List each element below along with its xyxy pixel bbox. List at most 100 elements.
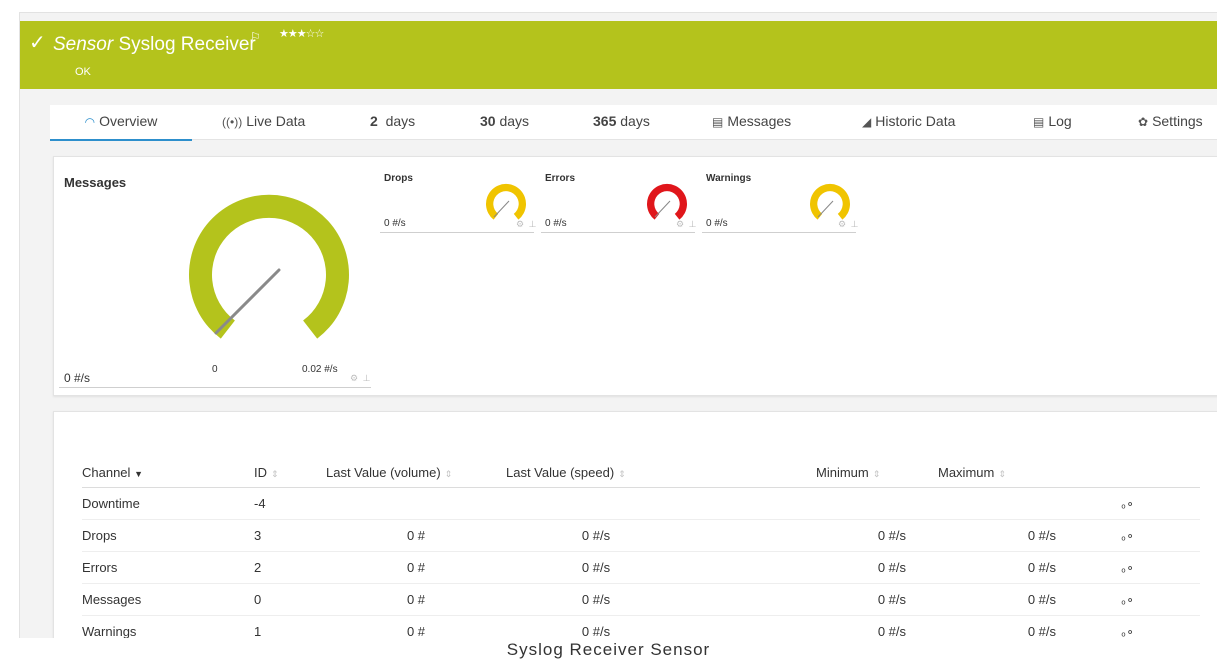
column-header-minimum[interactable]: Minimum ⇕ xyxy=(686,457,906,488)
column-header-speed-label: Last Value (speed) xyxy=(506,464,615,480)
column-header-volume[interactable]: Last Value (volume) ⇕ xyxy=(326,457,506,488)
errors-gauge-tools[interactable]: ⚙ ⊥ xyxy=(676,219,697,230)
column-header-maximum-label: Maximum xyxy=(938,464,995,480)
tab-2-days-number: 2 xyxy=(370,113,378,129)
tab-2-days[interactable]: 2 days xyxy=(370,105,415,139)
cell-speed: 0 #/s xyxy=(506,583,686,616)
cell-maximum: 0 #/s xyxy=(906,583,1056,616)
cell-volume: 0 # xyxy=(326,615,506,638)
messages-gauge-min: 0 xyxy=(212,364,218,375)
cell-id: -4 xyxy=(254,487,326,520)
tab-overview[interactable]: ◠ Overview xyxy=(50,105,192,141)
sensor-title: Sensor Syslog Receiver xyxy=(53,33,256,57)
cell-id: 2 xyxy=(254,551,326,584)
table-row: Drops 3 0 # 0 #/s 0 #/s 0 #/s ₒ⚬ xyxy=(82,519,1200,552)
table-row: Warnings 1 0 # 0 #/s 0 #/s 0 #/s ₒ⚬ xyxy=(82,615,1200,638)
cell-minimum xyxy=(686,487,906,520)
drops-gauge-value: 0 #/s xyxy=(384,218,406,229)
sensor-name: Syslog Receiver xyxy=(118,34,256,55)
sort-desc-icon: ▼ xyxy=(134,468,143,479)
table-row: Downtime -4 ₒ⚬ xyxy=(82,487,1200,520)
errors-gauge-underline xyxy=(541,232,695,233)
tab-365-days-label: days xyxy=(620,113,650,129)
messages-gauge-underline xyxy=(59,387,371,388)
sort-icon: ⇕ xyxy=(618,468,626,479)
column-header-id[interactable]: ID ⇕ xyxy=(254,457,326,488)
column-header-channel[interactable]: Channel ▼ xyxy=(82,457,254,488)
tab-30-days[interactable]: 30 days xyxy=(480,105,529,139)
priority-stars[interactable]: ★★★☆☆ xyxy=(279,27,324,41)
historic-data-icon: ◢ xyxy=(862,115,872,129)
cell-channel[interactable]: Warnings xyxy=(82,615,254,638)
column-header-minimum-label: Minimum xyxy=(816,464,869,480)
messages-gauge-max: 0.02 #/s xyxy=(302,364,338,375)
tab-log[interactable]: ▤ Log xyxy=(1033,105,1072,139)
tab-historic-data[interactable]: ◢ Historic Data xyxy=(862,105,955,139)
channel-settings-icon[interactable]: ₒ⚬ xyxy=(1056,519,1200,552)
cell-channel[interactable]: Drops xyxy=(82,519,254,552)
errors-gauge-title: Errors xyxy=(545,173,576,184)
messages-gauge-arc xyxy=(189,194,349,339)
status-text: OK xyxy=(75,66,91,78)
table-row: Errors 2 0 # 0 #/s 0 #/s 0 #/s ₒ⚬ xyxy=(82,551,1200,584)
errors-gauge-value: 0 #/s xyxy=(545,218,567,229)
messages-gauge-needle xyxy=(214,268,281,335)
cell-speed: 0 #/s xyxy=(506,615,686,638)
drops-gauge-tools[interactable]: ⚙ ⊥ xyxy=(516,219,537,230)
channel-settings-icon[interactable]: ₒ⚬ xyxy=(1056,487,1200,520)
gauges-panel: Messages 0 #/s 0 0.02 #/s ⚙ ⊥ Drops 0 #/… xyxy=(53,156,1217,396)
tab-log-label: Log xyxy=(1048,113,1072,129)
flag-icon[interactable]: ⚐ xyxy=(250,30,261,44)
tab-settings[interactable]: ✿ Settings xyxy=(1138,105,1203,139)
tab-365-days-number: 365 xyxy=(593,113,617,129)
drops-gauge-arc xyxy=(486,183,526,220)
cell-speed: 0 #/s xyxy=(506,551,686,584)
channel-settings-icon[interactable]: ₒ⚬ xyxy=(1056,615,1200,638)
drops-gauge-title: Drops xyxy=(384,173,413,184)
tab-overview-label: Overview xyxy=(99,113,158,129)
cell-maximum: 0 #/s xyxy=(906,551,1056,584)
channel-settings-icon[interactable]: ₒ⚬ xyxy=(1056,551,1200,584)
cell-channel[interactable]: Errors xyxy=(82,551,254,584)
cell-volume: 0 # xyxy=(326,551,506,584)
warnings-gauge-value: 0 #/s xyxy=(706,218,728,229)
column-header-volume-label: Last Value (volume) xyxy=(326,464,441,480)
warnings-gauge-needle xyxy=(817,200,834,218)
check-icon: ✓ xyxy=(29,32,46,54)
tab-settings-label: Settings xyxy=(1152,113,1203,129)
column-header-maximum[interactable]: Maximum ⇕ xyxy=(906,457,1056,488)
live-data-icon: ((•)) xyxy=(222,115,243,129)
sensor-header: ✓ Sensor Syslog Receiver ⚐ ★★★☆☆ OK xyxy=(20,21,1217,89)
cell-volume: 0 # xyxy=(326,583,506,616)
cell-maximum: 0 #/s xyxy=(906,519,1056,552)
cell-channel[interactable]: Downtime xyxy=(82,487,254,520)
cell-volume xyxy=(326,487,506,520)
tab-365-days[interactable]: 365 days xyxy=(593,105,650,139)
messages-gauge-title: Messages xyxy=(64,175,127,190)
cell-maximum xyxy=(906,487,1056,520)
sort-icon: ⇕ xyxy=(444,468,453,479)
tab-live-data[interactable]: ((•)) Live Data xyxy=(222,105,305,139)
cell-maximum: 0 #/s xyxy=(906,615,1056,638)
messages-gauge xyxy=(189,194,349,339)
drops-gauge-needle xyxy=(493,200,510,218)
cell-id: 0 xyxy=(254,583,326,616)
errors-gauge-arc xyxy=(647,183,687,220)
channels-panel: Channel ▼ ID ⇕ Last Value (volume) ⇕ Last … xyxy=(53,411,1217,638)
warnings-gauge-tools[interactable]: ⚙ ⊥ xyxy=(838,219,859,230)
channel-settings-icon[interactable]: ₒ⚬ xyxy=(1056,583,1200,616)
messages-gauge-tools[interactable]: ⚙ ⊥ xyxy=(350,373,371,384)
warnings-gauge-underline xyxy=(702,232,856,233)
column-header-speed[interactable]: Last Value (speed) ⇕ xyxy=(506,457,686,488)
cell-channel[interactable]: Messages xyxy=(82,583,254,616)
table-header-row: Channel ▼ ID ⇕ Last Value (volume) ⇕ Last … xyxy=(82,457,1200,488)
cell-id: 1 xyxy=(254,615,326,638)
drops-gauge-underline xyxy=(380,232,534,233)
tab-30-days-label: days xyxy=(499,113,530,129)
tab-live-data-label: Live Data xyxy=(246,113,306,129)
drops-gauge xyxy=(486,183,526,220)
gear-icon: ✿ xyxy=(1138,115,1149,129)
sort-icon: ⇕ xyxy=(998,468,1006,479)
cell-volume: 0 # xyxy=(326,519,506,552)
tab-messages[interactable]: ▤ Messages xyxy=(712,105,791,139)
